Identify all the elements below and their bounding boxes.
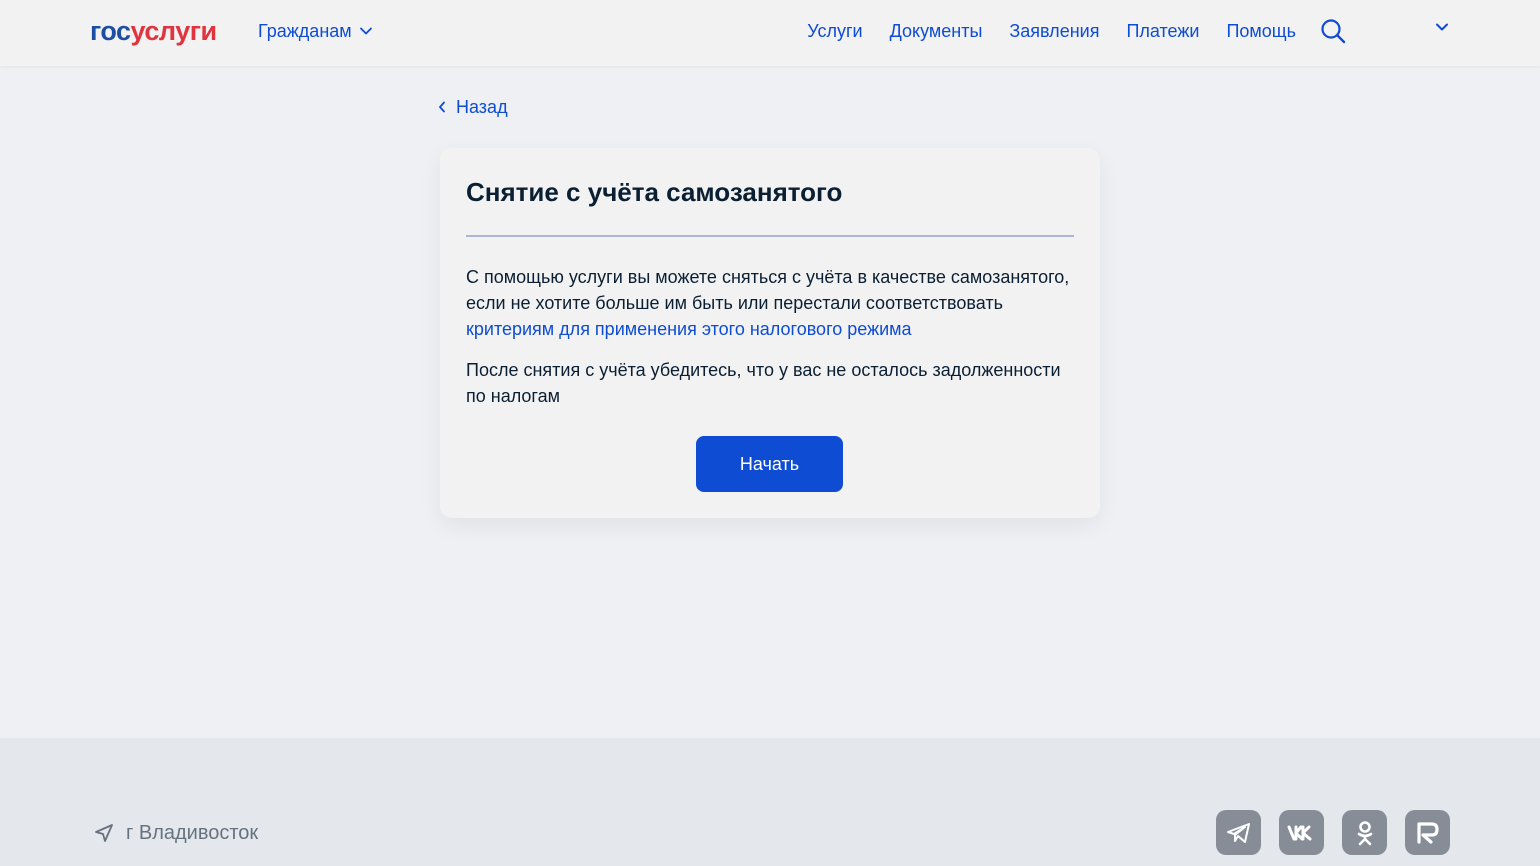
service-description: С помощью услуги вы можете сняться с учё… bbox=[466, 264, 1076, 342]
nav-documents[interactable]: Документы bbox=[890, 19, 983, 43]
location-arrow-icon bbox=[95, 824, 113, 842]
nav-services[interactable]: Услуги bbox=[807, 19, 862, 43]
description-text: С помощью услуги вы можете сняться с учё… bbox=[466, 267, 1070, 313]
nav-help[interactable]: Помощь bbox=[1226, 19, 1296, 43]
criteria-link[interactable]: критериям для применения этого налоговог… bbox=[466, 319, 912, 339]
social-links bbox=[1216, 810, 1450, 855]
back-label: Назад bbox=[456, 97, 508, 117]
audience-label: Гражданам bbox=[258, 21, 352, 41]
city-label: г Владивосток bbox=[126, 822, 259, 844]
rutube-icon[interactable] bbox=[1405, 810, 1450, 855]
city-selector[interactable]: г Владивосток bbox=[94, 820, 258, 846]
debt-notice: После снятия с учёта убедитесь, что у ва… bbox=[466, 360, 1061, 406]
logo-part-gos: гос bbox=[90, 16, 131, 46]
gosuslugi-logo[interactable]: госуслуги bbox=[90, 14, 217, 48]
footer: г Владивосток bbox=[0, 738, 1540, 866]
main-nav: Услуги Документы Заявления Платежи Помощ… bbox=[807, 19, 1296, 43]
logo-part-uslugi: услуги bbox=[130, 16, 218, 46]
search-icon[interactable] bbox=[1320, 18, 1346, 44]
nav-payments[interactable]: Платежи bbox=[1126, 19, 1199, 43]
audience-dropdown[interactable]: Гражданам bbox=[258, 19, 372, 43]
chevron-left-icon bbox=[439, 101, 445, 113]
nav-applications[interactable]: Заявления bbox=[1009, 19, 1099, 43]
ok-icon[interactable] bbox=[1342, 810, 1387, 855]
page-title: Снятие с учёта самозанятого bbox=[466, 177, 843, 207]
start-button[interactable]: Начать bbox=[696, 436, 843, 492]
service-card: Снятие с учёта самозанятого С помощью ус… bbox=[440, 148, 1100, 518]
profile-chevron-down-icon[interactable] bbox=[1435, 22, 1449, 32]
telegram-icon[interactable] bbox=[1216, 810, 1261, 855]
vk-icon[interactable] bbox=[1279, 810, 1324, 855]
back-link[interactable]: Назад bbox=[438, 95, 508, 119]
title-divider bbox=[466, 235, 1074, 237]
chevron-down-icon bbox=[359, 27, 372, 35]
header: госуслуги Гражданам Услуги Документы Зая… bbox=[0, 0, 1540, 66]
